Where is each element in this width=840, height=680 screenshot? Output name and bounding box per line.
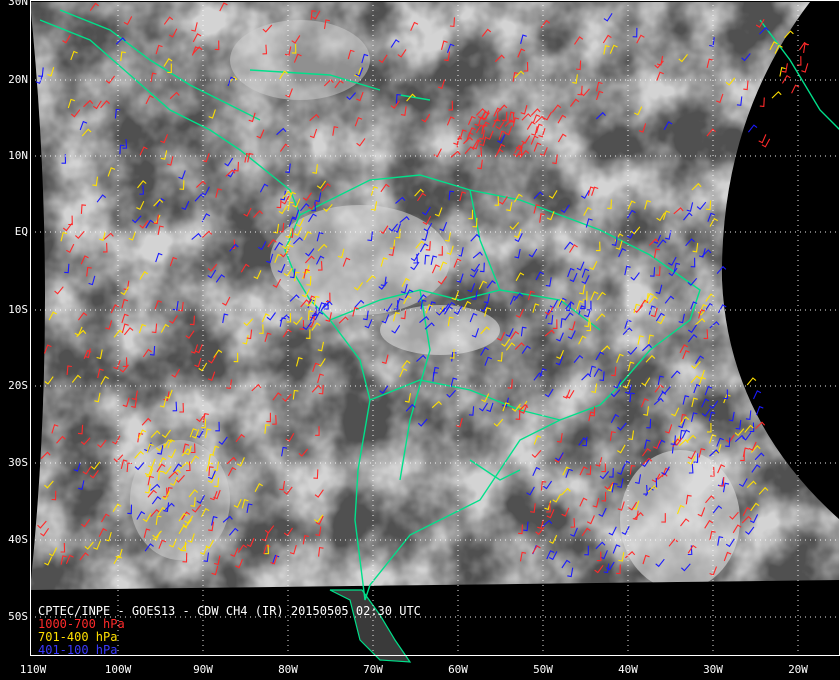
wind-barb xyxy=(803,43,809,53)
legend-high-level: 401-100 hPa xyxy=(38,643,118,657)
lat-label: 10S xyxy=(8,303,28,316)
wind-barb xyxy=(758,134,767,144)
wind-barb xyxy=(753,390,762,400)
earth-disk xyxy=(30,2,840,590)
lat-label: 20S xyxy=(8,379,28,392)
lon-label: 100W xyxy=(104,663,132,676)
satellite-map xyxy=(30,0,840,663)
legend-low-level: 1000-700 hPa xyxy=(38,617,125,631)
lon-label: 60W xyxy=(448,663,468,676)
lat-label: 30S xyxy=(8,456,28,469)
wind-barb xyxy=(771,91,782,99)
lat-label: 20N xyxy=(8,73,28,86)
wind-barb xyxy=(798,41,809,51)
lat-label: 50S xyxy=(8,610,28,623)
lon-label: 20W xyxy=(788,663,808,676)
lat-label: 40S xyxy=(8,533,28,546)
wind-barb xyxy=(746,377,757,386)
wind-barb xyxy=(747,124,758,133)
lon-label: 90W xyxy=(193,663,213,676)
lon-label: 110W xyxy=(19,663,47,676)
lon-label: 80W xyxy=(278,663,298,676)
lat-label: EQ xyxy=(14,225,28,238)
wind-barb xyxy=(791,84,800,94)
product-caption: CPTEC/INPE - GOES13 - CDW CH4 (IR) 20150… xyxy=(38,604,421,618)
lon-label: 70W xyxy=(363,663,383,676)
legend-mid-level: 701-400 hPa xyxy=(38,630,118,644)
patagonia-land xyxy=(329,589,412,663)
lat-label: 30N xyxy=(8,0,28,8)
lon-label: 50W xyxy=(533,663,553,676)
wind-barb xyxy=(759,97,765,107)
wind-barb xyxy=(801,63,809,73)
wind-barb xyxy=(755,405,764,416)
lon-label: 30W xyxy=(703,663,723,676)
lon-label: 40W xyxy=(618,663,638,676)
wind-barb xyxy=(781,74,791,84)
lat-label: 10N xyxy=(8,149,28,162)
